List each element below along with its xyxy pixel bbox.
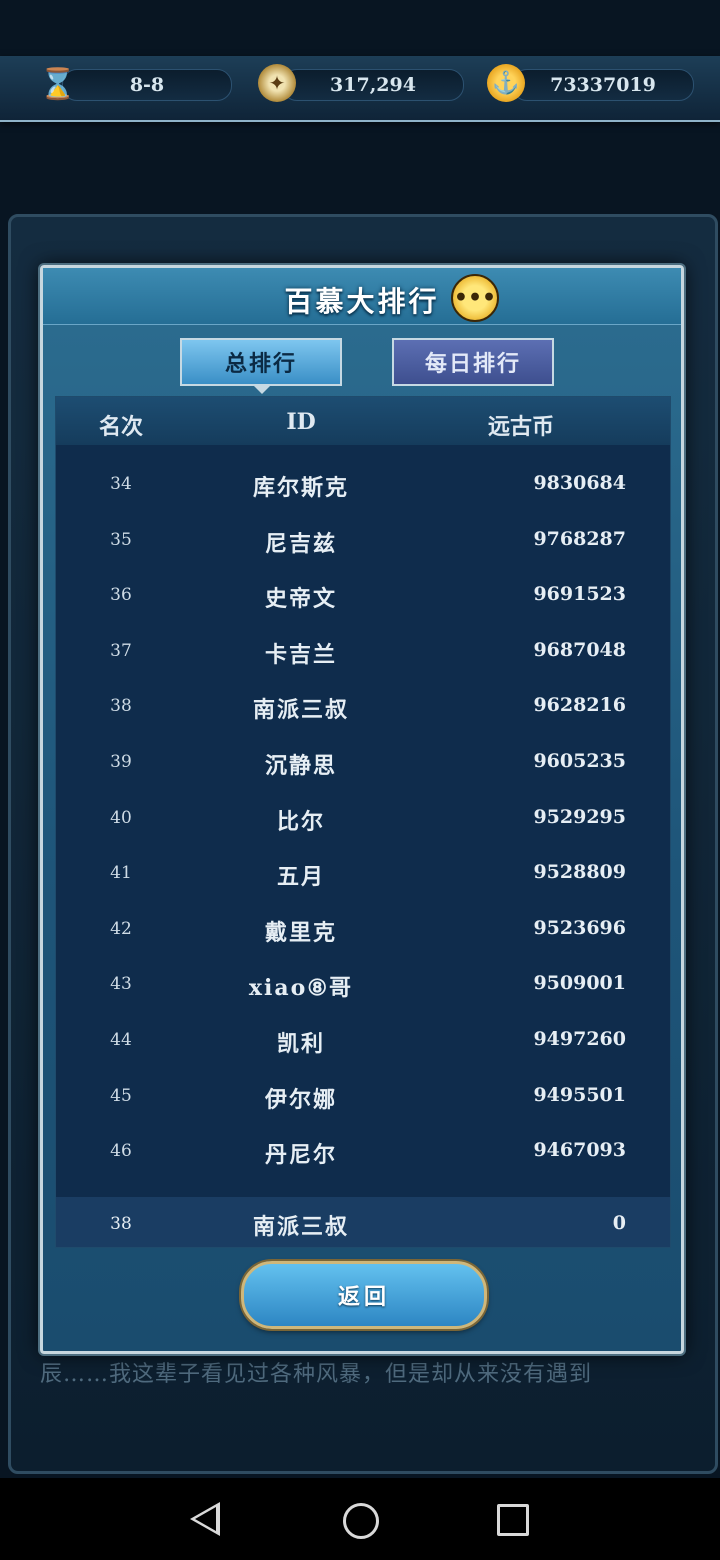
row-coins: 9691523 xyxy=(533,583,626,606)
tab-daily-ranking[interactable]: 每日排行 xyxy=(392,338,554,386)
table-row: 46 丹尼尔 9467093 xyxy=(56,1124,670,1180)
compass-icon: ✦ xyxy=(258,64,296,102)
table-row: 41 五月 9528809 xyxy=(56,846,670,902)
row-player-id: 五月 xyxy=(276,864,325,891)
resource-bar: 8-8 ⌛ 317,294 ✦ 73337019 ⚓ xyxy=(0,56,720,122)
row-coins: 9830684 xyxy=(533,472,626,494)
row-coins: 9523696 xyxy=(533,916,626,939)
table-row: 35 尼吉兹 9768287 xyxy=(56,513,670,569)
row-coins: 9509001 xyxy=(533,972,626,995)
my-rank: 38 xyxy=(110,1214,132,1234)
row-rank: 42 xyxy=(110,918,132,939)
compass-value: 317,294 xyxy=(330,74,416,96)
game-screen: 8-8 ⌛ 317,294 ✦ 73337019 ⚓ 辰……我这辈子看见过各种风… xyxy=(0,0,720,1560)
hourglass-icon: ⌛ xyxy=(39,66,77,102)
table-row: 43 xiao⑧哥 9509001 xyxy=(56,957,670,1013)
header-coins: 远古币 xyxy=(487,414,554,440)
row-rank: 34 xyxy=(110,474,132,494)
anchor-coin-icon: ⚓ xyxy=(487,64,525,102)
my-rank-row: 38 南派三叔 0 xyxy=(56,1197,670,1247)
table-row: 45 伊尔娜 9495501 xyxy=(56,1069,670,1125)
my-coins: 0 xyxy=(612,1212,626,1234)
row-rank: 46 xyxy=(110,1141,132,1162)
row-coins: 9467093 xyxy=(533,1139,626,1162)
table-rows: 34 库尔斯克 9830684 35 尼吉兹 9768287 36 史帝文 96… xyxy=(56,457,670,1180)
chat-bubble-icon[interactable]: ••• xyxy=(451,274,499,322)
back-button-label: 返回 xyxy=(337,1284,390,1310)
table-row: 36 史帝文 9691523 xyxy=(56,568,670,624)
row-player-id: 卡吉兰 xyxy=(264,641,337,668)
row-coins: 9497260 xyxy=(533,1027,626,1050)
table-header: 名次 ID 远古币 xyxy=(56,397,670,445)
stage-counter: 8-8 xyxy=(62,69,232,101)
row-player-id: 南派三叔 xyxy=(252,697,349,724)
row-player-id: 沉静思 xyxy=(264,752,337,779)
header-rank: 名次 xyxy=(98,414,143,440)
coin-counter: 73337019 xyxy=(512,69,694,101)
row-player-id: 尼吉兹 xyxy=(264,530,337,557)
row-rank: 37 xyxy=(110,640,132,661)
row-player-id: 戴里克 xyxy=(264,919,337,946)
row-player-id: xiao⑧哥 xyxy=(248,975,354,1002)
dialog-title: 百慕大排行 xyxy=(284,285,440,318)
row-rank: 35 xyxy=(110,529,132,550)
compass-counter: 317,294 xyxy=(282,69,464,101)
table-row: 34 库尔斯克 9830684 xyxy=(56,457,670,513)
table-row: 44 凯利 9497260 xyxy=(56,1013,670,1069)
table-row: 38 南派三叔 9628216 xyxy=(56,679,670,735)
nav-back-icon-inner xyxy=(195,1507,216,1531)
row-player-id: 丹尼尔 xyxy=(264,1142,337,1169)
row-rank: 40 xyxy=(110,807,132,828)
row-player-id: 库尔斯克 xyxy=(252,475,349,501)
table-row: 37 卡吉兰 9687048 xyxy=(56,624,670,680)
table-row: 39 沉静思 9605235 xyxy=(56,735,670,791)
row-coins: 9529295 xyxy=(533,805,626,828)
nav-home-icon[interactable] xyxy=(343,1503,379,1539)
row-rank: 39 xyxy=(110,751,132,772)
back-button[interactable]: 返回 xyxy=(241,1261,487,1329)
row-coins: 9628216 xyxy=(533,694,626,717)
stage-value: 8-8 xyxy=(129,74,165,96)
tab-total-ranking[interactable]: 总排行 xyxy=(180,338,342,386)
dialog-title-bar: 百慕大排行 ••• xyxy=(43,268,681,325)
row-rank: 36 xyxy=(110,585,132,606)
row-player-id: 伊尔娜 xyxy=(264,1086,337,1113)
system-nav-bar xyxy=(0,1478,720,1560)
ranking-dialog: 百慕大排行 ••• 总排行 每日排行 名次 ID 远古币 34 库尔斯克 983… xyxy=(40,265,684,1354)
row-coins: 9495501 xyxy=(533,1083,626,1106)
chat-icon-glyph: ••• xyxy=(453,285,497,311)
row-rank: 45 xyxy=(110,1085,132,1106)
row-player-id: 史帝文 xyxy=(264,586,337,613)
row-coins: 9687048 xyxy=(533,638,626,661)
row-coins: 9528809 xyxy=(533,861,626,884)
background-story-text: 辰……我这辈子看见过各种风暴，但是却从来没有遇到 xyxy=(40,1362,593,1387)
table-row: 42 戴里克 9523696 xyxy=(56,902,670,958)
ranking-table: 名次 ID 远古币 34 库尔斯克 9830684 35 尼吉兹 9768287… xyxy=(55,396,671,1248)
row-coins: 9768287 xyxy=(533,527,626,550)
row-rank: 43 xyxy=(110,974,132,995)
table-row: 40 比尔 9529295 xyxy=(56,791,670,847)
coin-value: 73337019 xyxy=(550,74,656,96)
row-player-id: 比尔 xyxy=(276,808,325,835)
row-rank: 38 xyxy=(110,696,132,717)
header-id: ID xyxy=(286,409,316,435)
active-tab-pointer xyxy=(254,386,270,394)
row-rank: 41 xyxy=(110,863,132,884)
my-player-id: 南派三叔 xyxy=(252,1214,349,1240)
tab-daily-label: 每日排行 xyxy=(424,351,521,377)
nav-recents-icon[interactable] xyxy=(497,1504,529,1536)
row-rank: 44 xyxy=(110,1029,132,1050)
row-player-id: 凯利 xyxy=(276,1030,325,1057)
row-coins: 9605235 xyxy=(533,749,626,772)
tab-total-label: 总排行 xyxy=(224,351,297,377)
